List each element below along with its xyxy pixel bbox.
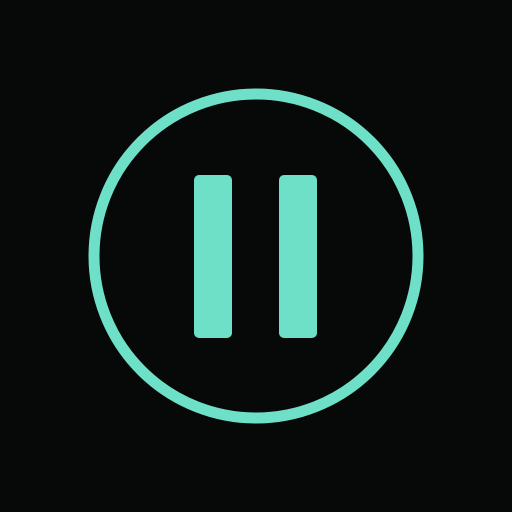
pause-button[interactable] <box>0 0 512 512</box>
pause-bar-left <box>194 175 232 338</box>
pause-bar-right <box>279 175 317 338</box>
pause-icon <box>0 0 512 512</box>
app-canvas <box>0 0 512 512</box>
background <box>0 0 512 512</box>
